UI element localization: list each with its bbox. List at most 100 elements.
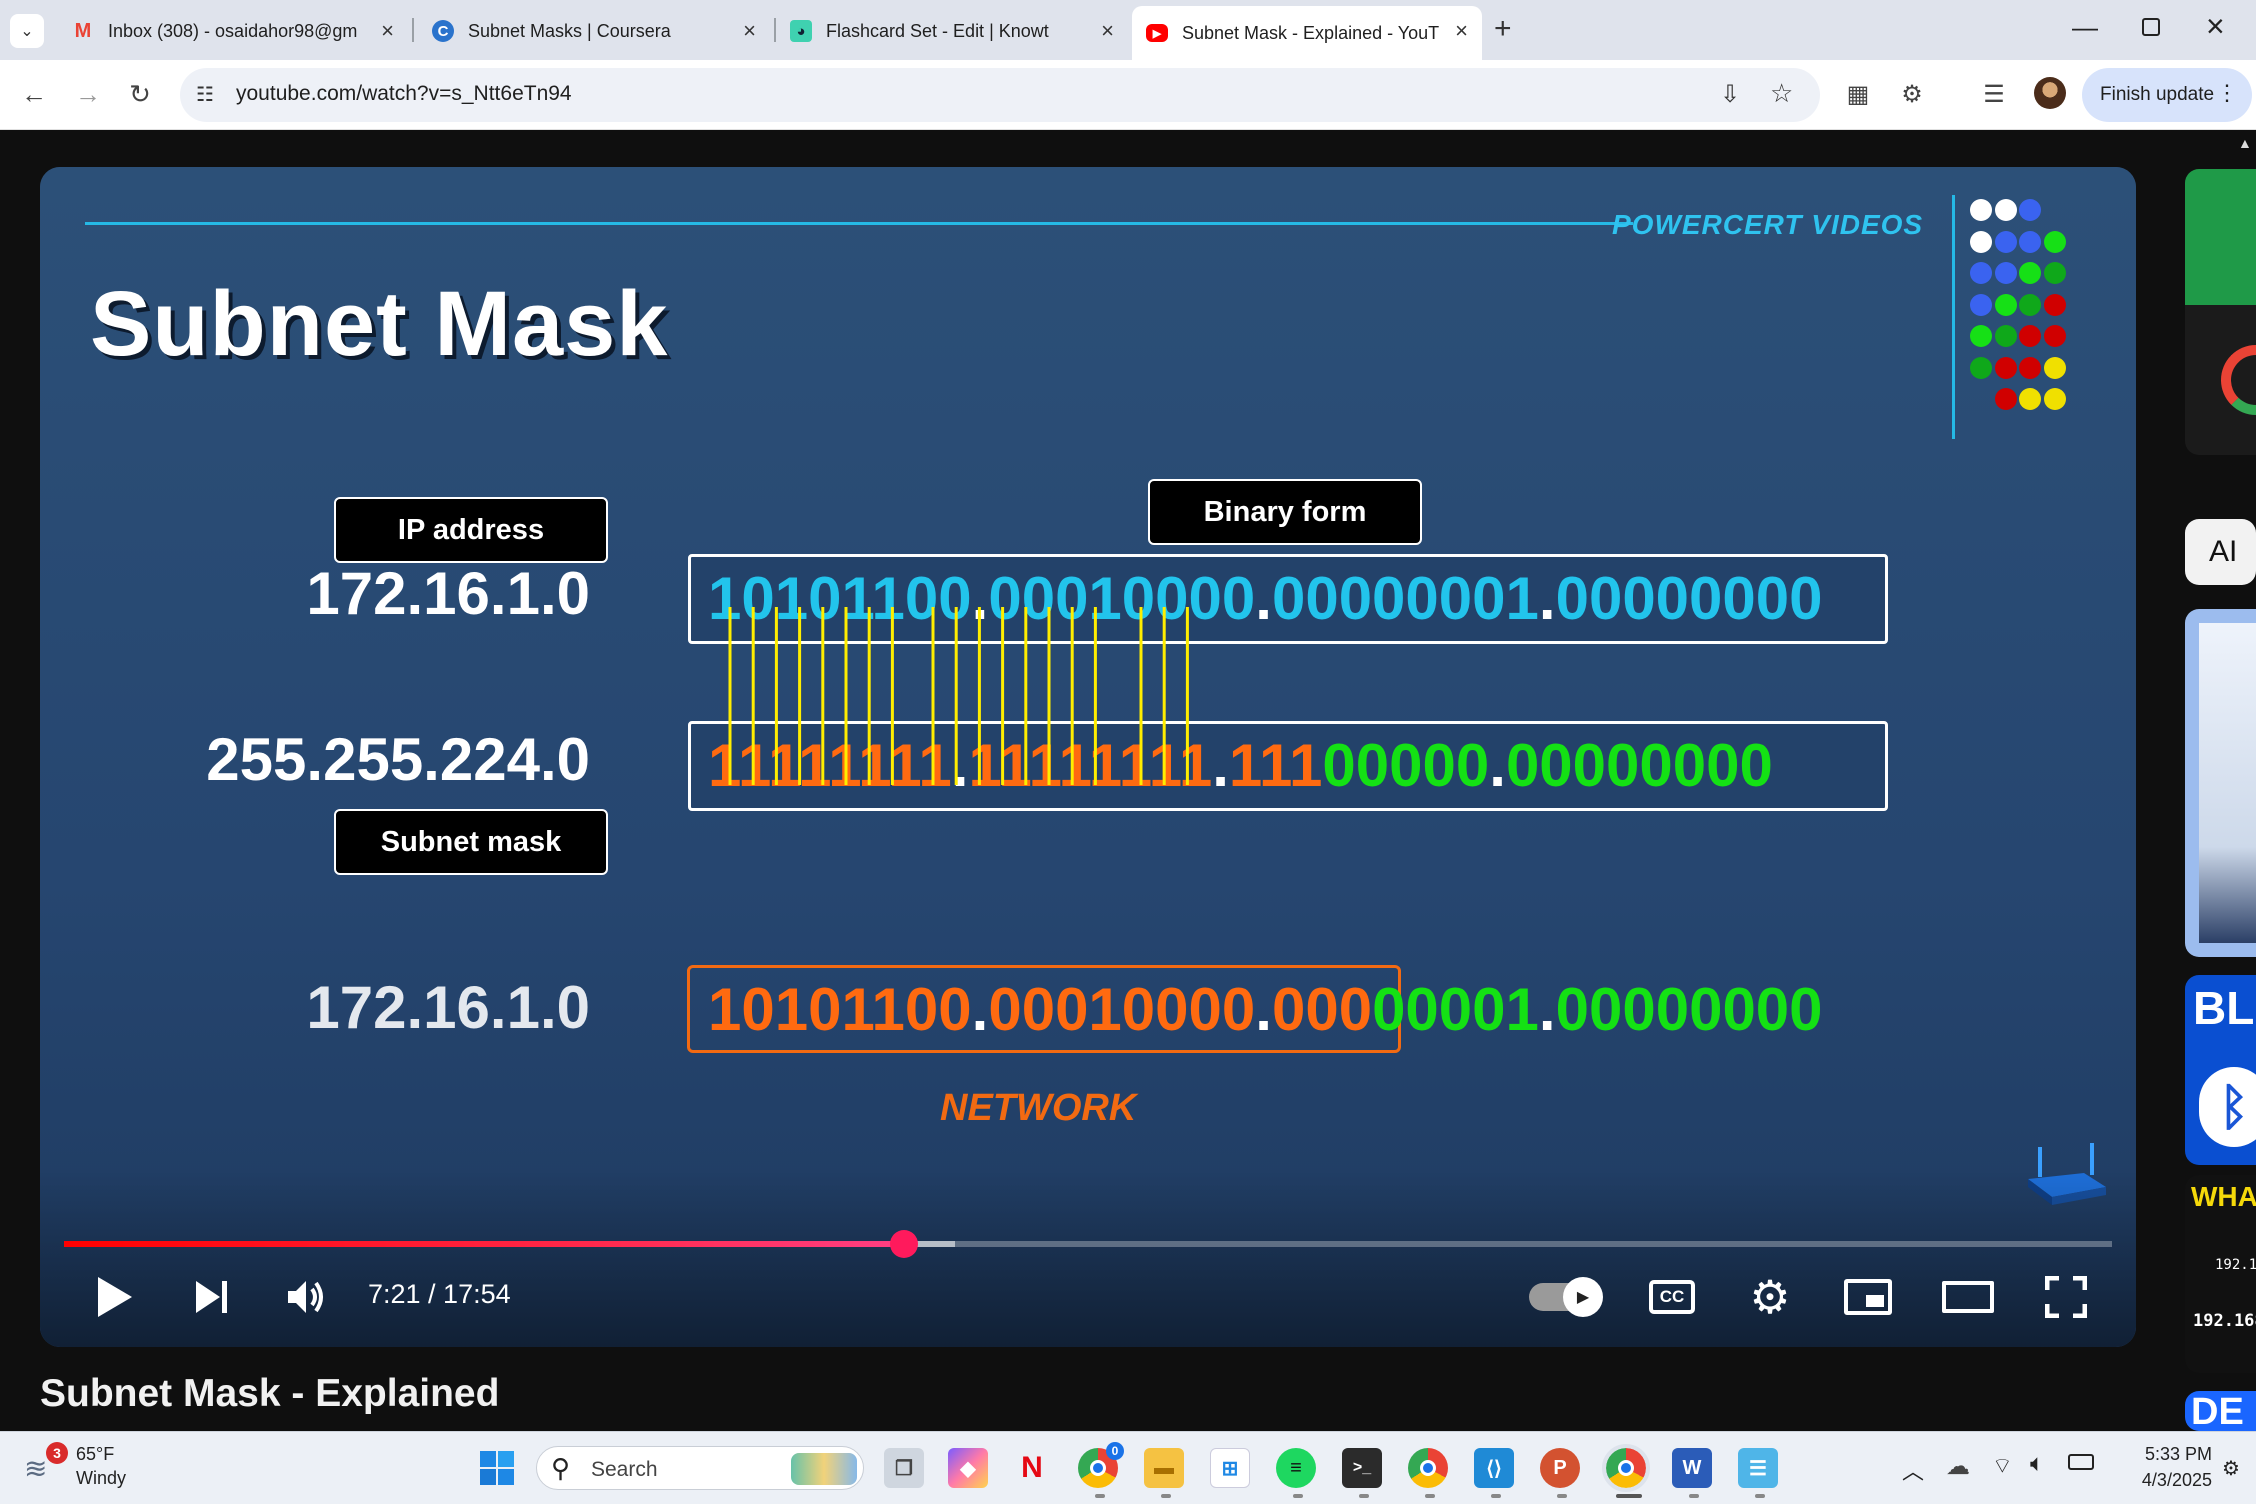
- windows-logo-icon: [480, 1451, 514, 1485]
- tab-youtube-title: Subnet Mask - Explained - YouT: [1182, 22, 1440, 43]
- extensions-icon[interactable]: ⚙: [1892, 74, 1932, 114]
- result-octet-3-host: 00001: [1372, 976, 1539, 1043]
- finish-update-button[interactable]: Finish update ⋮: [2082, 68, 2252, 122]
- time-display: 7:21 / 17:54: [368, 1279, 511, 1309]
- captions-button[interactable]: CC: [1642, 1267, 1702, 1327]
- autoplay-track: ▶: [1529, 1277, 1603, 1317]
- running-indicator: [1491, 1494, 1501, 1498]
- running-indicator: [1161, 1494, 1171, 1498]
- chrome-active-icon[interactable]: [1602, 1444, 1650, 1492]
- start-button[interactable]: [477, 1448, 517, 1488]
- weather-widget[interactable]: ≋ 3 65°F Windy: [24, 1442, 164, 1496]
- running-indicator: [1095, 1494, 1105, 1498]
- address-bar[interactable]: ☷ youtube.com/watch?v=s_Ntt6eTn94 ⇩ ☆: [180, 68, 1820, 122]
- volume-button[interactable]: [276, 1267, 336, 1327]
- taskbar-search-box[interactable]: ⚲ Search: [536, 1446, 864, 1490]
- vscode-icon[interactable]: ⟨⟩: [1474, 1448, 1514, 1488]
- recommendation-thumb-4[interactable]: WHA 192.168 192.168: [2185, 1175, 2256, 1373]
- theater-button[interactable]: [1938, 1267, 1998, 1327]
- recommendation-thumb-2[interactable]: [2185, 609, 2256, 957]
- tab-gmail[interactable]: M Inbox (308) - osaidahor98@gm ×: [58, 8, 408, 54]
- controls-gradient: [40, 1167, 2136, 1347]
- media-controls-icon[interactable]: ☰: [1974, 74, 2014, 114]
- tab-strip: ⌄ M Inbox (308) - osaidahor98@gm × C Sub…: [0, 0, 2256, 60]
- profile-avatar[interactable]: [2034, 77, 2066, 109]
- onedrive-icon[interactable]: ☁: [1946, 1452, 1970, 1481]
- theater-icon: [1942, 1281, 1994, 1313]
- more-menu-icon[interactable]: ⋮: [2216, 80, 2238, 106]
- miniplayer-button[interactable]: [1838, 1267, 1898, 1327]
- tab-coursera[interactable]: C Subnet Masks | Coursera ×: [418, 8, 770, 54]
- progress-scrubber[interactable]: [889, 1230, 918, 1258]
- copilot-icon[interactable]: ◆: [948, 1448, 988, 1488]
- new-tab-icon[interactable]: +: [1494, 12, 1512, 46]
- recommendation-thumb-1[interactable]: [2185, 169, 2256, 455]
- weather-temp: 65°F: [76, 1444, 115, 1464]
- install-app-icon[interactable]: ⇩: [1720, 80, 1740, 109]
- scrollbar-up-arrow[interactable]: ▲: [2238, 135, 2252, 151]
- notifications-icon[interactable]: ⚙: [2222, 1456, 2240, 1481]
- running-indicator: [1557, 1494, 1567, 1498]
- show-hidden-icons-icon[interactable]: ︿: [1902, 1454, 1924, 1486]
- recommendation-thumb-5[interactable]: DE: [2185, 1391, 2256, 1431]
- tab-search-dropdown-icon[interactable]: ⌄: [10, 14, 44, 48]
- search-placeholder: Search: [591, 1458, 658, 1481]
- ai-chip[interactable]: AI: [2185, 519, 2256, 585]
- bookmark-star-icon[interactable]: ☆: [1770, 78, 1793, 109]
- close-icon[interactable]: ×: [743, 18, 756, 44]
- clock-time[interactable]: 5:33 PM: [2124, 1444, 2212, 1465]
- word-icon[interactable]: W: [1672, 1448, 1712, 1488]
- task-view-icon[interactable]: ❐: [884, 1448, 924, 1488]
- close-icon[interactable]: ×: [1101, 18, 1114, 44]
- cc-icon: CC: [1649, 1280, 1695, 1314]
- forward-icon[interactable]: →: [68, 74, 108, 114]
- battery-icon[interactable]: [2068, 1454, 2094, 1470]
- store-icon[interactable]: ⊞: [1210, 1448, 1250, 1488]
- reading-mode-icon[interactable]: ▦: [1838, 74, 1878, 114]
- speaker-icon[interactable]: 🔈︎: [2030, 1450, 2044, 1478]
- reload-icon[interactable]: ↻: [120, 74, 160, 114]
- result-octet-4: 00000000: [1555, 976, 1823, 1043]
- terminal-icon[interactable]: >_: [1342, 1448, 1382, 1488]
- weather-desc: Windy: [76, 1468, 127, 1488]
- wifi-icon[interactable]: ⌔: [1992, 1452, 2013, 1480]
- result-octet-2: 00010000: [988, 976, 1256, 1043]
- video-player[interactable]: POWERCERT VIDEOS Subnet Mask IP address …: [40, 167, 2136, 1347]
- close-window-icon[interactable]: ×: [2206, 8, 2225, 45]
- volume-icon: [288, 1281, 323, 1313]
- powerpoint-icon[interactable]: P: [1540, 1448, 1580, 1488]
- netflix-icon[interactable]: N: [1012, 1448, 1052, 1488]
- ip-result-value: 172.16.1.0: [306, 974, 590, 1041]
- chrome-icon[interactable]: 0: [1078, 1442, 1124, 1488]
- close-icon[interactable]: ×: [381, 18, 394, 44]
- result-octet-3-network: 000: [1271, 976, 1373, 1043]
- settings-button[interactable]: ⚙: [1740, 1267, 1800, 1327]
- weather-windy-icon: ≋: [24, 1453, 48, 1484]
- progress-bar[interactable]: [64, 1230, 2112, 1258]
- chrome-profile-icon[interactable]: [1408, 1448, 1448, 1488]
- spotify-icon[interactable]: ≡: [1276, 1448, 1316, 1488]
- fullscreen-button[interactable]: [2036, 1267, 2096, 1327]
- site-info-icon[interactable]: ☷: [196, 82, 214, 107]
- restore-icon[interactable]: [2142, 18, 2160, 36]
- next-button[interactable]: [182, 1267, 242, 1327]
- notepad-icon[interactable]: ☰: [1738, 1448, 1778, 1488]
- tab-coursera-title: Subnet Masks | Coursera: [468, 20, 671, 41]
- back-icon[interactable]: ←: [14, 74, 54, 114]
- tab-youtube[interactable]: ▶ Subnet Mask - Explained - YouT ×: [1132, 6, 1482, 60]
- clock-date[interactable]: 4/3/2025: [2112, 1470, 2212, 1491]
- close-icon[interactable]: ×: [1455, 18, 1468, 44]
- autoplay-toggle[interactable]: ▶: [1526, 1267, 1603, 1327]
- running-indicator: [1689, 1494, 1699, 1498]
- chrome-center-icon: [1090, 1460, 1106, 1476]
- result-octet-1: 10101100: [708, 976, 972, 1043]
- recommendation-thumb-3[interactable]: BL ᛒ: [2185, 975, 2256, 1165]
- youtube-icon: ▶: [1146, 24, 1168, 42]
- google-logo-icon: [2221, 345, 2256, 415]
- tab-knowt-title: Flashcard Set - Edit | Knowt: [826, 20, 1049, 41]
- de-label: DE: [2191, 1391, 2244, 1431]
- file-explorer-icon[interactable]: ▬: [1144, 1448, 1184, 1488]
- tab-knowt[interactable]: ◕ Flashcard Set - Edit | Knowt ×: [776, 8, 1128, 54]
- minimize-icon[interactable]: —: [2072, 12, 2098, 43]
- play-button[interactable]: [84, 1267, 144, 1327]
